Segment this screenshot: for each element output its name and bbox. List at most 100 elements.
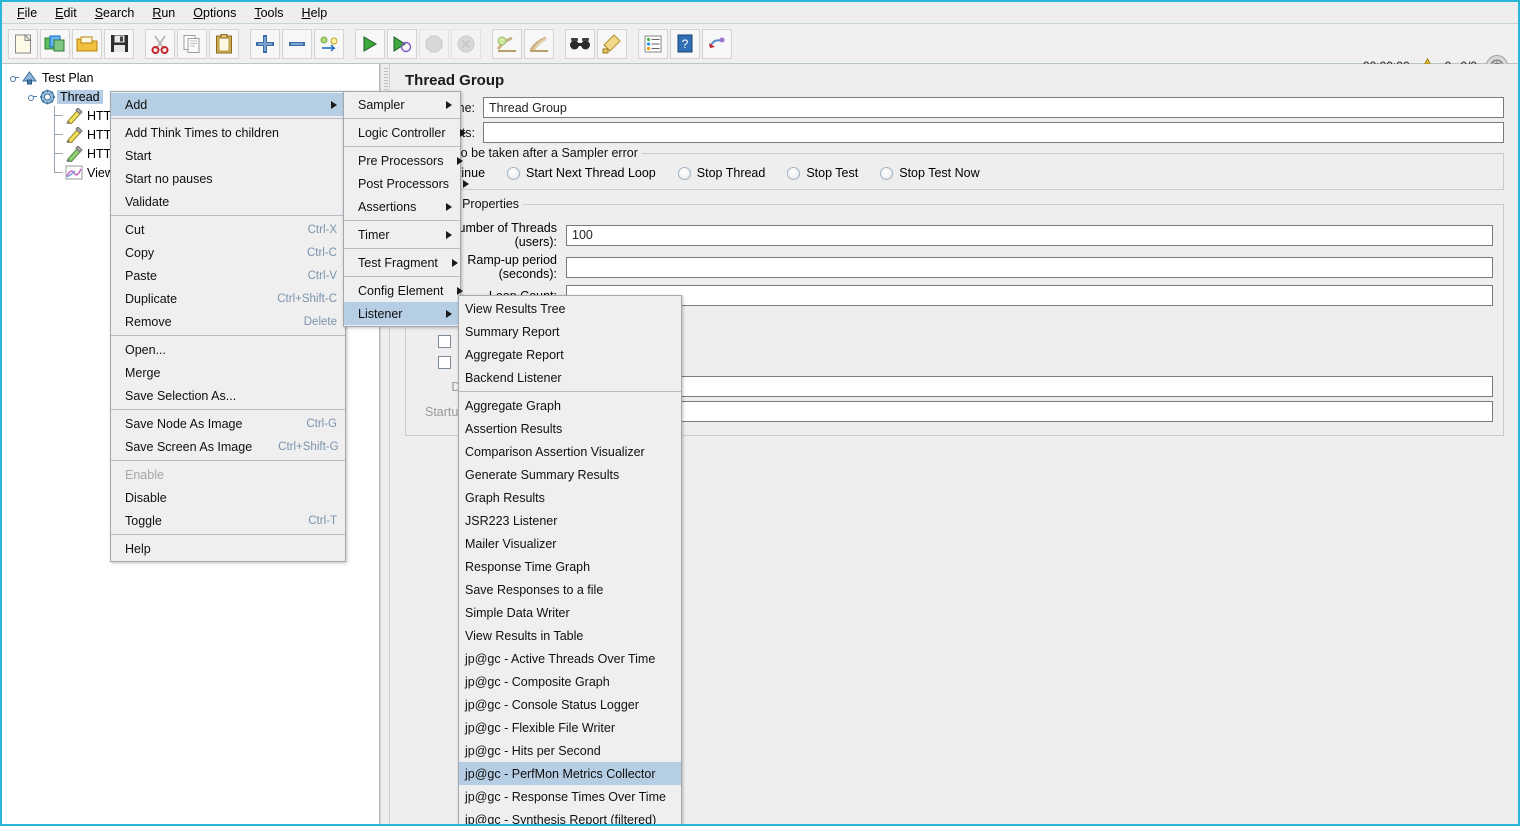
scheduler-checkbox[interactable] [438, 355, 451, 369]
add-submenu-item-listener[interactable]: Listener [344, 302, 460, 325]
listener-item-composite-graph[interactable]: jp@gc - Composite Graph [459, 670, 681, 693]
collapse-all-icon[interactable] [282, 28, 312, 59]
context-menu-item-start-no-pauses[interactable]: Start no pauses [111, 167, 345, 190]
listener-item-comparison-assertion-visualizer[interactable]: Comparison Assertion Visualizer [459, 440, 681, 463]
listener-item-response-times-over-time[interactable]: jp@gc - Response Times Over Time [459, 785, 681, 808]
clear-icon[interactable] [492, 28, 522, 59]
listener-item-mailer-visualizer[interactable]: Mailer Visualizer [459, 532, 681, 555]
open-icon[interactable] [72, 28, 102, 59]
radio-label: Start Next Thread Loop [526, 166, 656, 180]
add-submenu[interactable]: Sampler Logic Controller Pre Processors … [343, 91, 470, 327]
add-submenu-item-assertions[interactable]: Assertions [344, 195, 460, 218]
listener-item-perfmon-metrics-collector[interactable]: jp@gc - PerfMon Metrics Collector [459, 762, 681, 785]
context-menu-item-add-think-times[interactable]: Add Think Times to children [111, 121, 345, 144]
shutdown-icon[interactable] [451, 28, 481, 59]
startup-delay-input[interactable] [566, 401, 1493, 422]
start-icon[interactable] [355, 28, 385, 59]
listener-item-flexible-file-writer[interactable]: jp@gc - Flexible File Writer [459, 716, 681, 739]
context-menu-item-cut[interactable]: Cut Ctrl-X [111, 218, 345, 241]
copy-icon[interactable] [177, 28, 207, 59]
context-menu-item-disable[interactable]: Disable [111, 486, 345, 509]
menu-tools[interactable]: Tools [245, 4, 292, 22]
paste-icon[interactable] [209, 28, 239, 59]
listener-item-synthesis-report-filtered[interactable]: jp@gc - Synthesis Report (filtered) [459, 808, 681, 825]
ramp-up-input[interactable] [566, 256, 1493, 278]
listener-item-simple-data-writer[interactable]: Simple Data Writer [459, 601, 681, 624]
cut-icon[interactable] [145, 28, 175, 59]
undo-icon[interactable] [702, 28, 732, 59]
listener-item-backend-listener[interactable]: Backend Listener [459, 366, 681, 389]
thread-group-icon [37, 88, 57, 105]
menu-options[interactable]: Options [184, 4, 245, 22]
context-menu-item-save-screen-as-image[interactable]: Save Screen As Image Ctrl+Shift-G [111, 435, 345, 458]
expand-handle-icon[interactable] [10, 73, 19, 82]
name-input[interactable] [483, 97, 1504, 118]
listener-item-generate-summary-results[interactable]: Generate Summary Results [459, 463, 681, 486]
radio-stop-thread[interactable]: Stop Thread [677, 166, 765, 180]
help-icon[interactable]: ? [670, 28, 700, 59]
listener-item-aggregate-graph[interactable]: Aggregate Graph [459, 394, 681, 417]
tree-context-menu[interactable]: Add Add Think Times to children Start St… [110, 91, 346, 562]
num-threads-input[interactable] [566, 224, 1493, 246]
tree-node-test-plan[interactable]: Test Plan [2, 68, 379, 87]
comments-input[interactable] [483, 122, 1504, 143]
context-menu-item-save-selection-as[interactable]: Save Selection As... [111, 384, 345, 407]
radio-stop-test[interactable]: Stop Test [787, 166, 858, 180]
context-menu-item-duplicate[interactable]: Duplicate Ctrl+Shift-C [111, 287, 345, 310]
listener-item-assertion-results[interactable]: Assertion Results [459, 417, 681, 440]
context-menu-item-add[interactable]: Add [111, 93, 345, 116]
context-menu-item-toggle[interactable]: Toggle Ctrl-T [111, 509, 345, 532]
listener-item-aggregate-report[interactable]: Aggregate Report [459, 343, 681, 366]
add-submenu-item-sampler[interactable]: Sampler [344, 93, 460, 116]
listener-item-summary-report[interactable]: Summary Report [459, 320, 681, 343]
expand-handle-icon[interactable] [28, 92, 37, 101]
menu-file[interactable]: File [8, 4, 46, 22]
menu-search[interactable]: Search [86, 4, 144, 22]
listener-item-graph-results[interactable]: Graph Results [459, 486, 681, 509]
context-menu-item-open[interactable]: Open... [111, 338, 345, 361]
context-menu-item-help[interactable]: Help [111, 537, 345, 560]
listener-item-view-results-in-table[interactable]: View Results in Table [459, 624, 681, 647]
add-submenu-item-post-processors[interactable]: Post Processors [344, 172, 470, 195]
expand-all-icon[interactable] [250, 28, 280, 59]
listener-item-console-status-logger[interactable]: jp@gc - Console Status Logger [459, 693, 681, 716]
context-menu-item-paste[interactable]: Paste Ctrl-V [111, 264, 345, 287]
add-submenu-item-logic-controller[interactable]: Logic Controller [344, 121, 466, 144]
templates-icon[interactable] [40, 28, 70, 59]
save-icon[interactable] [104, 28, 134, 59]
toggle-icon[interactable] [314, 28, 344, 59]
add-submenu-item-pre-processors[interactable]: Pre Processors [344, 149, 464, 172]
menu-label: Start no pauses [125, 171, 213, 186]
listener-item-view-results-tree[interactable]: View Results Tree [459, 297, 681, 320]
context-menu-item-copy[interactable]: Copy Ctrl-C [111, 241, 345, 264]
listener-submenu[interactable]: View Results Tree Summary Report Aggrega… [458, 295, 682, 825]
radio-start-next-thread-loop[interactable]: Start Next Thread Loop [507, 166, 656, 180]
clear-all-icon[interactable] [524, 28, 554, 59]
context-menu-item-start[interactable]: Start [111, 144, 345, 167]
context-menu-item-validate[interactable]: Validate [111, 190, 345, 213]
menu-run[interactable]: Run [143, 4, 184, 22]
context-menu-item-save-node-as-image[interactable]: Save Node As Image Ctrl-G [111, 412, 345, 435]
reset-search-icon[interactable] [597, 28, 627, 59]
new-icon[interactable] [8, 28, 38, 59]
add-submenu-item-test-fragment[interactable]: Test Fragment [344, 251, 460, 274]
duration-input[interactable] [566, 376, 1493, 397]
menu-edit[interactable]: Edit [46, 4, 86, 22]
listener-item-hits-per-second[interactable]: jp@gc - Hits per Second [459, 739, 681, 762]
listener-item-response-time-graph[interactable]: Response Time Graph [459, 555, 681, 578]
search-icon[interactable] [565, 28, 595, 59]
radio-stop-test-now[interactable]: Stop Test Now [880, 166, 980, 180]
start-no-pauses-icon[interactable] [387, 28, 417, 59]
listener-item-jsr223-listener[interactable]: JSR223 Listener [459, 509, 681, 532]
listener-item-save-responses-to-a-file[interactable]: Save Responses to a file [459, 578, 681, 601]
stop-icon[interactable] [419, 28, 449, 59]
loop-count-input[interactable] [566, 285, 1493, 306]
context-menu-item-remove[interactable]: Remove Delete [111, 310, 345, 333]
listener-item-active-threads-over-time[interactable]: jp@gc - Active Threads Over Time [459, 647, 681, 670]
context-menu-item-merge[interactable]: Merge [111, 361, 345, 384]
add-submenu-item-timer[interactable]: Timer [344, 223, 460, 246]
delay-thread-checkbox[interactable] [438, 334, 451, 348]
menu-help[interactable]: Help [293, 4, 337, 22]
function-helper-icon[interactable] [638, 28, 668, 59]
add-submenu-item-config-element[interactable]: Config Element [344, 279, 464, 302]
